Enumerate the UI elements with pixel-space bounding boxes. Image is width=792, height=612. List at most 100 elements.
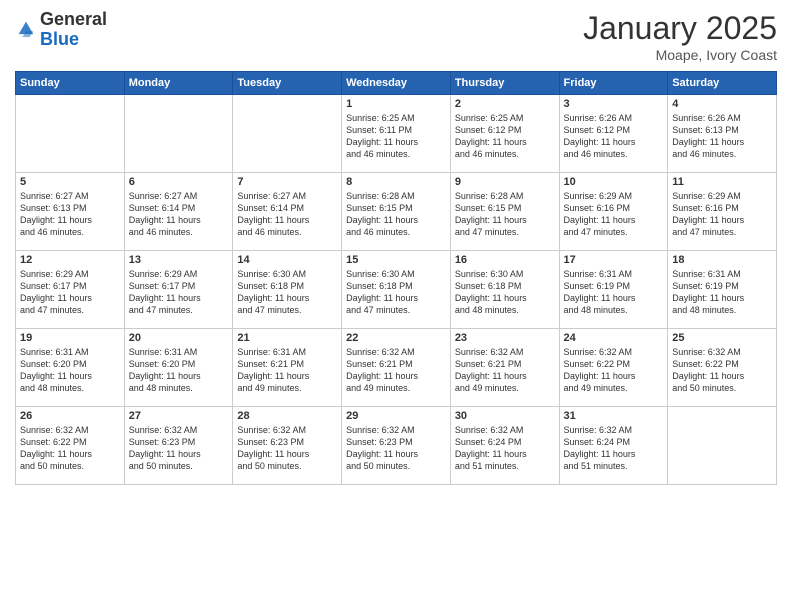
table-row: 12Sunrise: 6:29 AM Sunset: 6:17 PM Dayli…	[16, 251, 125, 329]
table-row: 4 Sunrise: 6:26 AM Sunset: 6:13 PM Daylig…	[668, 95, 777, 173]
table-row: 23Sunrise: 6:32 AM Sunset: 6:21 PM Dayli…	[450, 329, 559, 407]
day-number: 3	[564, 98, 664, 110]
table-row: 17 Sunrise: 6:31 AM Sunset: 6:19 PM Dayli…	[559, 251, 668, 329]
table-row: 15 Sunrise: 6:30 AM Sunset: 6:18 PM Dayli…	[342, 251, 451, 329]
day-number: 24	[564, 332, 664, 344]
day-number: 21	[237, 332, 337, 344]
day-number: 13	[129, 254, 229, 266]
day-info: Sunrise: 6:32 AM Sunset: 6:22 PM Dayligh…	[20, 424, 120, 473]
day-number: 25	[672, 332, 772, 344]
day-info: Sunrise: 6:30 AM Sunset: 6:18 PM Dayligh…	[346, 268, 446, 317]
day-info: Sunrise: 6:32 AM Sunset: 6:24 PM Dayligh…	[564, 424, 664, 473]
location-subtitle: Moape, Ivory Coast	[583, 47, 777, 63]
day-info: Sunrise: 6:32 AM Sunset: 6:22 PM Dayligh…	[564, 346, 664, 395]
day-info: Sunrise: 6:32 AM Sunset: 6:22 PM Dayligh…	[672, 346, 772, 395]
day-info: Sunrise: 6:32 AM Sunset: 6:21 PM Dayligh…	[455, 346, 555, 395]
table-row: 27Sunrise: 6:32 AM Sunset: 6:23 PM Dayli…	[124, 407, 233, 485]
day-info: Sunrise: 6:30 AM Sunset: 6:18 PM Dayligh…	[237, 268, 337, 317]
table-row: 28 Sunrise: 6:32 AM Sunset: 6:23 PM Dayli…	[233, 407, 342, 485]
day-info: Sunrise: 6:29 AM Sunset: 6:16 PM Dayligh…	[672, 190, 772, 239]
table-row: 19 Sunrise: 6:31 AM Sunset: 6:20 PM Dayli…	[16, 329, 125, 407]
day-info: Sunrise: 6:31 AM Sunset: 6:19 PM Dayligh…	[564, 268, 664, 317]
day-info: Sunrise: 6:25 AM Sunset: 6:11 PM Dayligh…	[346, 112, 446, 161]
logo: General Blue	[15, 10, 107, 50]
header-wednesday: Wednesday	[342, 72, 451, 95]
day-number: 10	[564, 176, 664, 188]
table-row: 29 Sunrise: 6:32 AM Sunset: 6:23 PM Dayli…	[342, 407, 451, 485]
logo-blue-text: Blue	[40, 30, 107, 50]
table-row: 7 Sunrise: 6:27 AM Sunset: 6:14 PM Daylig…	[233, 173, 342, 251]
day-info: Sunrise: 6:29 AM Sunset: 6:17 PM Dayligh…	[20, 268, 120, 317]
week-row-1: 1 Sunrise: 6:25 AM Sunset: 6:11 PM Daylig…	[16, 95, 777, 173]
day-number: 29	[346, 410, 446, 422]
day-number: 1	[346, 98, 446, 110]
table-row: 13 Sunrise: 6:29 AM Sunset: 6:17 PM Dayli…	[124, 251, 233, 329]
day-info: Sunrise: 6:31 AM Sunset: 6:20 PM Dayligh…	[129, 346, 229, 395]
day-number: 14	[237, 254, 337, 266]
title-block: January 2025 Moape, Ivory Coast	[583, 10, 777, 63]
day-info: Sunrise: 6:26 AM Sunset: 6:12 PM Dayligh…	[564, 112, 664, 161]
header-sunday: Sunday	[16, 72, 125, 95]
day-number: 5	[20, 176, 120, 188]
logo-general-text: General	[40, 10, 107, 30]
table-row: 30 Sunrise: 6:32 AM Sunset: 6:24 PM Dayli…	[450, 407, 559, 485]
day-number: 31	[564, 410, 664, 422]
header-friday: Friday	[559, 72, 668, 95]
header-thursday: Thursday	[450, 72, 559, 95]
day-info: Sunrise: 6:28 AM Sunset: 6:15 PM Dayligh…	[455, 190, 555, 239]
week-row-2: 5 Sunrise: 6:27 AM Sunset: 6:13 PM Daylig…	[16, 173, 777, 251]
day-number: 6	[129, 176, 229, 188]
day-info: Sunrise: 6:32 AM Sunset: 6:23 PM Dayligh…	[346, 424, 446, 473]
day-number: 20	[129, 332, 229, 344]
day-info: Sunrise: 6:31 AM Sunset: 6:21 PM Dayligh…	[237, 346, 337, 395]
logo-icon	[15, 18, 37, 40]
day-number: 22	[346, 332, 446, 344]
table-row: 9 Sunrise: 6:28 AM Sunset: 6:15 PM Daylig…	[450, 173, 559, 251]
table-row	[124, 95, 233, 173]
table-row: 2Sunrise: 6:25 AM Sunset: 6:12 PM Daylig…	[450, 95, 559, 173]
day-info: Sunrise: 6:32 AM Sunset: 6:24 PM Dayligh…	[455, 424, 555, 473]
day-info: Sunrise: 6:27 AM Sunset: 6:14 PM Dayligh…	[129, 190, 229, 239]
day-info: Sunrise: 6:29 AM Sunset: 6:17 PM Dayligh…	[129, 268, 229, 317]
day-info: Sunrise: 6:27 AM Sunset: 6:14 PM Dayligh…	[237, 190, 337, 239]
month-title: January 2025	[583, 10, 777, 47]
week-row-5: 26 Sunrise: 6:32 AM Sunset: 6:22 PM Dayli…	[16, 407, 777, 485]
day-number: 17	[564, 254, 664, 266]
day-info: Sunrise: 6:32 AM Sunset: 6:23 PM Dayligh…	[129, 424, 229, 473]
day-number: 2	[455, 98, 555, 110]
day-info: Sunrise: 6:28 AM Sunset: 6:15 PM Dayligh…	[346, 190, 446, 239]
day-info: Sunrise: 6:32 AM Sunset: 6:21 PM Dayligh…	[346, 346, 446, 395]
day-info: Sunrise: 6:26 AM Sunset: 6:13 PM Dayligh…	[672, 112, 772, 161]
day-number: 26	[20, 410, 120, 422]
day-info: Sunrise: 6:32 AM Sunset: 6:23 PM Dayligh…	[237, 424, 337, 473]
day-number: 9	[455, 176, 555, 188]
header-tuesday: Tuesday	[233, 72, 342, 95]
calendar-table: Sunday Monday Tuesday Wednesday Thursday…	[15, 71, 777, 485]
day-number: 18	[672, 254, 772, 266]
table-row: 21 Sunrise: 6:31 AM Sunset: 6:21 PM Dayli…	[233, 329, 342, 407]
day-number: 30	[455, 410, 555, 422]
table-row: 11Sunrise: 6:29 AM Sunset: 6:16 PM Dayli…	[668, 173, 777, 251]
header-monday: Monday	[124, 72, 233, 95]
table-row: 5 Sunrise: 6:27 AM Sunset: 6:13 PM Daylig…	[16, 173, 125, 251]
table-row: 8 Sunrise: 6:28 AM Sunset: 6:15 PM Daylig…	[342, 173, 451, 251]
table-row: 16Sunrise: 6:30 AM Sunset: 6:18 PM Dayli…	[450, 251, 559, 329]
table-row: 10 Sunrise: 6:29 AM Sunset: 6:16 PM Dayli…	[559, 173, 668, 251]
day-info: Sunrise: 6:27 AM Sunset: 6:13 PM Dayligh…	[20, 190, 120, 239]
weekday-header-row: Sunday Monday Tuesday Wednesday Thursday…	[16, 72, 777, 95]
day-number: 28	[237, 410, 337, 422]
day-info: Sunrise: 6:31 AM Sunset: 6:20 PM Dayligh…	[20, 346, 120, 395]
day-info: Sunrise: 6:29 AM Sunset: 6:16 PM Dayligh…	[564, 190, 664, 239]
table-row	[233, 95, 342, 173]
table-row: 25 Sunrise: 6:32 AM Sunset: 6:22 PM Dayli…	[668, 329, 777, 407]
day-number: 15	[346, 254, 446, 266]
day-number: 19	[20, 332, 120, 344]
table-row: 14 Sunrise: 6:30 AM Sunset: 6:18 PM Dayli…	[233, 251, 342, 329]
day-number: 4	[672, 98, 772, 110]
day-number: 8	[346, 176, 446, 188]
day-number: 7	[237, 176, 337, 188]
header-saturday: Saturday	[668, 72, 777, 95]
logo-text: General Blue	[40, 10, 107, 50]
week-row-4: 19 Sunrise: 6:31 AM Sunset: 6:20 PM Dayli…	[16, 329, 777, 407]
day-info: Sunrise: 6:30 AM Sunset: 6:18 PM Dayligh…	[455, 268, 555, 317]
